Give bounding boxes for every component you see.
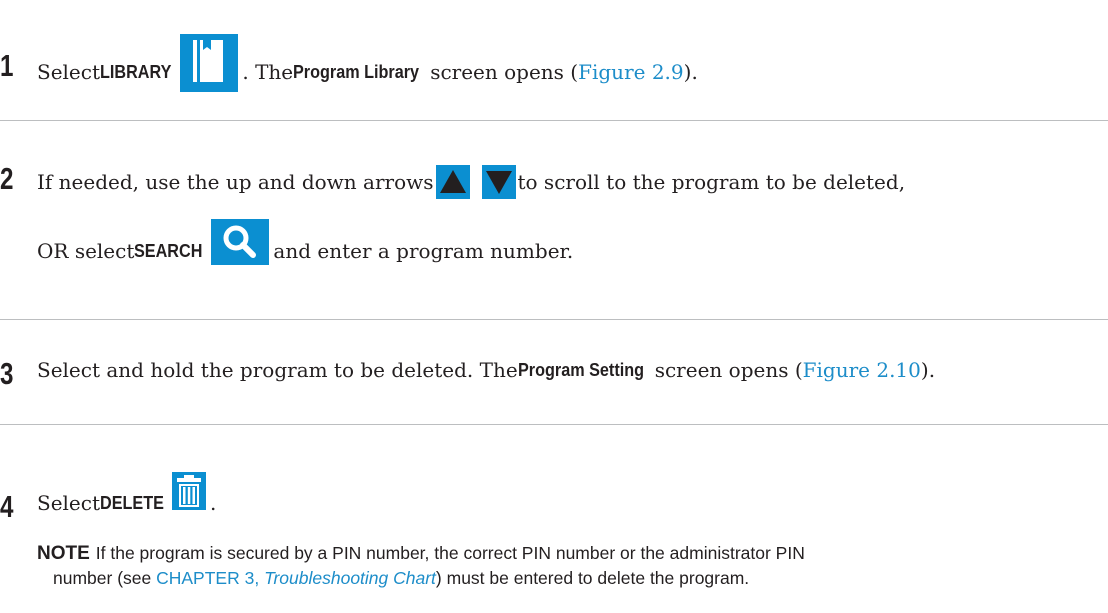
divider bbox=[0, 319, 1108, 320]
figure-2-9-link[interactable]: Figure 2.9 bbox=[578, 62, 684, 82]
note-continuation: number (see CHAPTER 3, Troubleshooting C… bbox=[53, 568, 750, 588]
instruction-page: 1 Select LIBRARY . The Program Library s… bbox=[0, 0, 1108, 613]
note-block: NOTE If the program is secured by a PIN n… bbox=[37, 541, 1097, 590]
step-text-alt: OR select SEARCH and enter a program num… bbox=[37, 219, 573, 265]
search-magnifier-icon bbox=[211, 219, 270, 265]
trash-can-icon bbox=[172, 472, 207, 510]
step-text: Select LIBRARY . The Program Library scr… bbox=[37, 34, 698, 92]
step-number: 1 bbox=[0, 48, 14, 83]
search-keyword: SEARCH bbox=[134, 241, 203, 261]
step-text: Select DELETE . bbox=[37, 472, 216, 513]
figure-2-10-link[interactable]: Figure 2.10 bbox=[803, 360, 921, 380]
library-keyword: LIBRARY bbox=[100, 62, 172, 82]
library-book-icon bbox=[180, 34, 239, 92]
down-arrow-icon bbox=[481, 165, 516, 199]
program-library-keyword: Program Library bbox=[293, 62, 420, 82]
step-number: 2 bbox=[0, 161, 14, 196]
step-text: Select and hold the program to be delete… bbox=[37, 358, 936, 382]
note-text: If the program is secured by a PIN numbe… bbox=[95, 543, 805, 563]
step-number: 3 bbox=[0, 356, 14, 391]
step-number: 4 bbox=[0, 489, 14, 524]
chapter-3-link[interactable]: CHAPTER 3, Troubleshooting Chart bbox=[156, 568, 436, 588]
up-arrow-icon bbox=[435, 165, 470, 199]
delete-keyword: DELETE bbox=[100, 493, 164, 513]
note-label: NOTE bbox=[37, 543, 90, 564]
step-text: If needed, use the up and down arrows to… bbox=[37, 165, 905, 199]
divider bbox=[0, 120, 1108, 121]
program-setting-keyword: Program Setting bbox=[517, 360, 644, 380]
divider bbox=[0, 424, 1108, 425]
